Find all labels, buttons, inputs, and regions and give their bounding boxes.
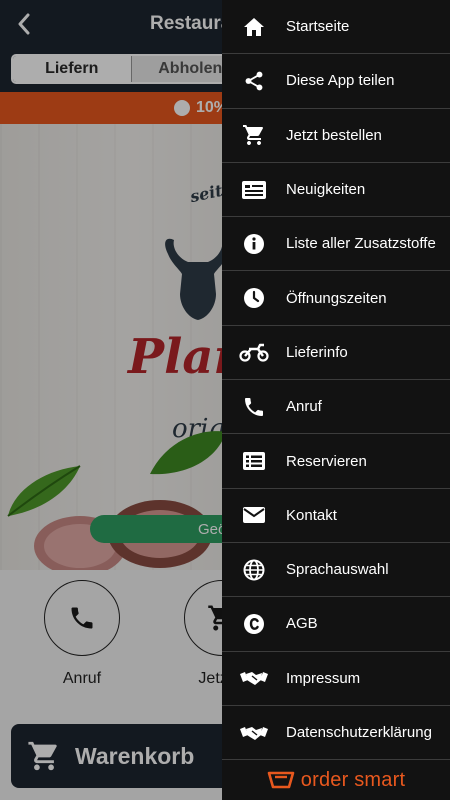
menu-label: Impressum: [286, 669, 361, 687]
menu-label: Diese App teilen: [286, 72, 395, 90]
menu-label: Kontakt: [286, 506, 337, 524]
info-icon: [222, 233, 286, 255]
menu-item-share[interactable]: Diese App teilen: [222, 54, 450, 109]
home-icon: [222, 15, 286, 39]
drawer-footer: order smart: [222, 760, 450, 800]
menu-item-privacy[interactable]: Datenschutzerklärung: [222, 706, 450, 761]
handshake-icon: [222, 668, 286, 688]
copyright-icon: [222, 613, 286, 635]
brand-text: order smart: [300, 768, 406, 791]
clock-icon: [222, 287, 286, 309]
menu-label: AGB: [286, 615, 318, 633]
news-icon: [222, 180, 286, 200]
phone-icon: [222, 395, 286, 419]
menu-label: Lieferinfo: [286, 343, 348, 361]
menu-item-delivery-info[interactable]: Lieferinfo: [222, 326, 450, 381]
menu-item-opening-hours[interactable]: Öffnungszeiten: [222, 271, 450, 326]
menu-item-agb[interactable]: AGB: [222, 597, 450, 652]
mail-icon: [222, 506, 286, 524]
cart-icon: [222, 123, 286, 147]
menu-item-startseite[interactable]: Startseite: [222, 0, 450, 55]
list-icon: [222, 451, 286, 471]
menu-item-reserve[interactable]: Reservieren: [222, 434, 450, 489]
handshake-icon: [222, 723, 286, 743]
navigation-drawer: Startseite Diese App teilen Jetzt bestel…: [222, 0, 450, 800]
menu-label: Reservieren: [286, 452, 367, 470]
share-icon: [222, 69, 286, 93]
menu-label: Neuigkeiten: [286, 181, 366, 199]
order-smart-logo-icon: [267, 771, 295, 789]
globe-icon: [222, 559, 286, 581]
menu-label: Anruf: [286, 398, 322, 416]
menu-item-news[interactable]: Neuigkeiten: [222, 163, 450, 218]
motorcycle-icon: [222, 342, 286, 363]
menu-item-additives[interactable]: Liste aller Zusatzstoffe: [222, 217, 450, 272]
menu-label: Datenschutzerklärung: [286, 724, 432, 741]
menu-label: Öffnungszeiten: [286, 289, 387, 307]
menu-label: Liste aller Zusatzstoffe: [286, 235, 436, 253]
order-smart-logo: order smart: [267, 769, 405, 792]
menu-label: Jetzt bestellen: [286, 126, 382, 144]
menu-item-language[interactable]: Sprachauswahl: [222, 543, 450, 598]
menu-label: Startseite: [286, 18, 350, 36]
menu-item-call[interactable]: Anruf: [222, 380, 450, 435]
menu-label: Sprachauswahl: [286, 561, 389, 579]
menu-item-order[interactable]: Jetzt bestellen: [222, 109, 450, 163]
menu-item-imprint[interactable]: Impressum: [222, 652, 450, 706]
menu-item-contact[interactable]: Kontakt: [222, 489, 450, 543]
